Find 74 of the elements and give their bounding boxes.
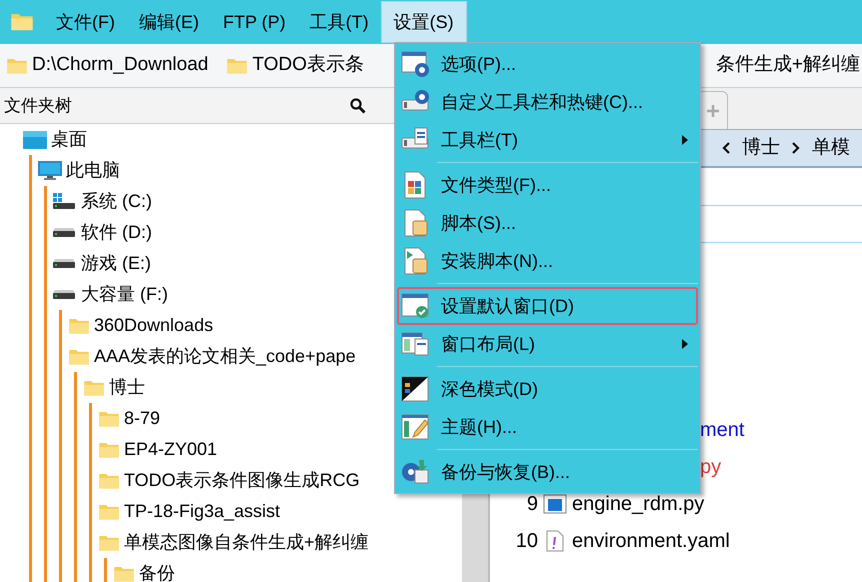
menu-option[interactable]: 自定义工具栏和热键(C)... xyxy=(397,83,698,121)
folder-icon xyxy=(98,410,120,428)
tree-item[interactable]: EP4-ZY001 xyxy=(124,436,218,463)
menu-option[interactable]: 选项(P)... xyxy=(397,45,698,83)
window-gear-icon xyxy=(401,50,431,78)
menu-item[interactable]: 工具(T) xyxy=(298,1,381,43)
menu-item[interactable]: 设置(S) xyxy=(380,1,467,43)
folder-icon xyxy=(98,440,120,458)
submenu-arrow-icon xyxy=(682,339,688,349)
file-name[interactable]: environment.yaml xyxy=(572,526,730,556)
folder-icon xyxy=(98,502,120,520)
drive-icon xyxy=(53,228,77,238)
tree-item[interactable]: 此电脑 xyxy=(66,157,120,184)
menu-option[interactable]: 安装脚本(N)... xyxy=(397,242,698,280)
panel-title: 文件夹树 xyxy=(4,94,72,117)
bookmark-link[interactable]: 条件生成+解纠缠 xyxy=(716,51,860,80)
tree-item[interactable]: 桌面 xyxy=(51,126,87,153)
menu-option[interactable]: 深色模式(D) xyxy=(397,370,698,408)
folder-icon xyxy=(226,56,248,74)
tree-item[interactable]: 大容量 (F:) xyxy=(81,281,168,308)
bookmark-link[interactable]: TODO表示条 xyxy=(252,51,364,80)
file-name[interactable]: py xyxy=(700,452,722,482)
dark-mode-icon xyxy=(401,375,431,403)
menu-option[interactable]: 备份与恢复(B)... xyxy=(397,453,698,491)
plus-icon xyxy=(706,104,718,116)
script-file-icon xyxy=(543,494,567,514)
menu-option[interactable]: 工具栏(T) xyxy=(397,121,698,159)
folder-icon xyxy=(10,12,34,32)
text-file-icon xyxy=(546,530,564,552)
theme-brush-icon xyxy=(401,413,431,441)
folder-icon xyxy=(68,348,90,366)
back-chevron-icon xyxy=(722,142,730,154)
menu-option[interactable]: 窗口布局(L) xyxy=(397,325,698,363)
chevron-right-icon xyxy=(792,142,800,154)
folder-icon xyxy=(83,378,105,396)
drive-icon xyxy=(53,258,77,268)
tree-item[interactable]: TODO表示条件图像生成RCG xyxy=(124,467,360,494)
tree-item[interactable]: 备份 xyxy=(139,560,175,582)
file-name[interactable]: ment xyxy=(700,414,744,444)
tree-item[interactable]: 系统 (C:) xyxy=(81,188,152,215)
line-number: 9 xyxy=(526,492,538,516)
monitor-icon xyxy=(38,160,62,180)
folder-icon xyxy=(6,56,28,74)
tree-item[interactable]: AAA发表的论文相关_code+pape xyxy=(94,343,356,370)
line-number: 10 xyxy=(514,528,538,554)
folder-icon xyxy=(113,564,135,582)
drive-icon xyxy=(53,192,77,210)
bookmark-link[interactable]: D:\Chorm_Download xyxy=(32,51,208,80)
window-layout-icon xyxy=(401,330,431,358)
folder-icon xyxy=(98,534,120,552)
breadcrumb-item[interactable]: 单模 xyxy=(812,134,850,162)
tree-item[interactable]: TP-18-Fig3a_assist xyxy=(124,498,280,525)
tree-item[interactable]: 单模态图像自条件生成+解纠缠 xyxy=(124,529,369,556)
menu-item[interactable]: FTP (P) xyxy=(210,1,298,43)
folder-icon xyxy=(98,472,120,490)
menu-option[interactable]: 设置默认窗口(D) xyxy=(397,287,698,325)
search-icon[interactable] xyxy=(350,98,366,114)
tree-item[interactable]: 8-79 xyxy=(124,405,160,432)
window-check-icon xyxy=(401,292,431,320)
backup-icon xyxy=(401,458,431,486)
tree-item[interactable]: 360Downloads xyxy=(94,312,214,339)
drive-icon xyxy=(53,290,77,300)
tree-item[interactable]: 游戏 (E:) xyxy=(81,250,151,277)
folder-icon xyxy=(68,316,90,334)
tree-item[interactable]: 软件 (D:) xyxy=(81,219,152,246)
menu-option[interactable]: 主题(H)... xyxy=(397,408,698,446)
breadcrumb-item[interactable]: 博士 xyxy=(742,134,780,162)
menu-item[interactable]: 文件(F) xyxy=(44,1,127,43)
menu-option[interactable]: 文件类型(F)... xyxy=(397,166,698,204)
menu-item[interactable]: 编辑(E) xyxy=(126,1,211,43)
submenu-arrow-icon xyxy=(682,135,688,145)
desktop-icon xyxy=(23,130,47,148)
tree-item[interactable]: 博士 xyxy=(109,374,145,401)
menu-option[interactable]: 脚本(S)... xyxy=(397,204,698,242)
